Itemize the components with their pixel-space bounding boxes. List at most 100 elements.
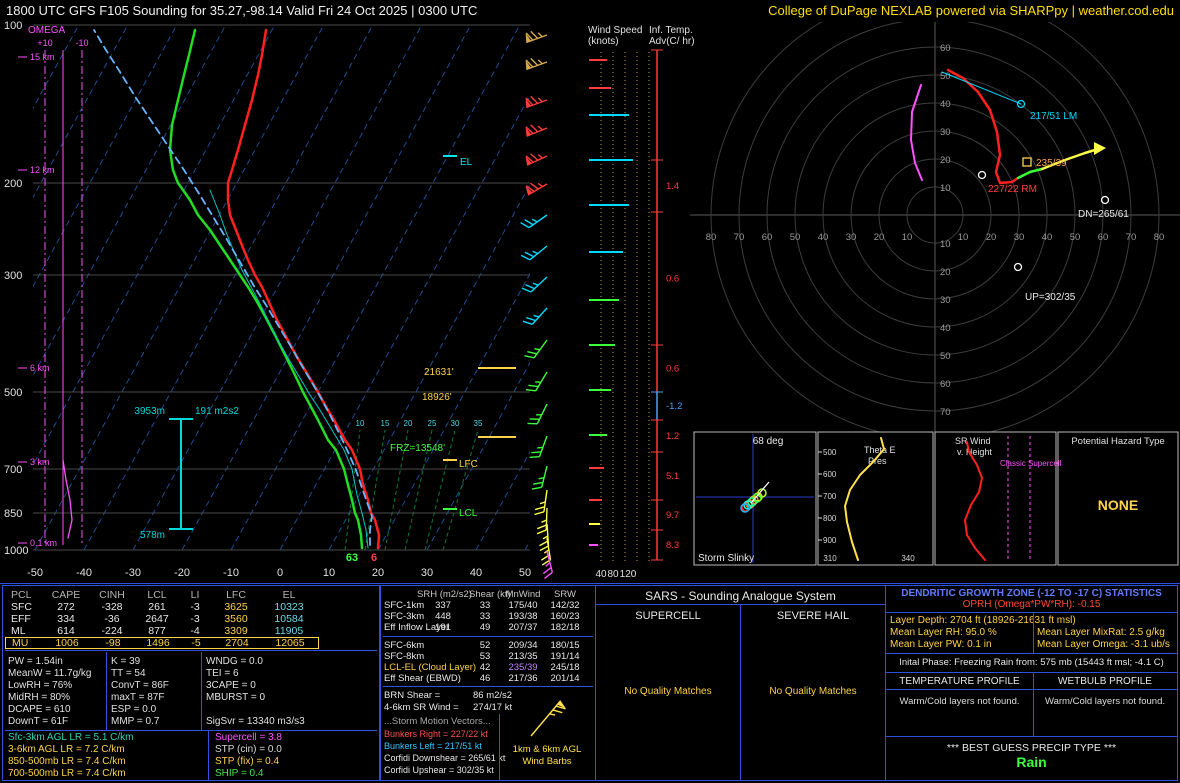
svg-text:20: 20 [372,567,384,579]
storm-motion-vector: Corfidi Downshear = 265/61 kt [381,752,501,764]
stat-value: MMP = 0.7 [111,716,169,728]
cell: Eff Shear (EBWD) [384,673,461,684]
temp-advection-column: Inf. Temp.Adv(C/ hr)1.40.60.6-1.21.25.19… [649,25,695,560]
cell: 1006 [44,638,90,648]
svg-text:310: 310 [823,554,837,563]
svg-text:700: 700 [4,464,22,476]
svg-text:LFC: LFC [459,459,478,470]
svg-text:120: 120 [620,569,637,580]
wind-barb-icon [534,489,547,516]
divider-line [208,730,209,780]
parcel-row-EFF: EFF334-362647-3356010584 [5,613,319,625]
best-guess-precip-type: Rain [886,754,1177,770]
skewt-chart: 1015202530351002003005007008501000-50-40… [0,20,814,579]
svg-text:80: 80 [607,569,619,580]
cell: -4 [179,625,211,637]
svg-text:3953m: 3953m [134,406,165,417]
divider-line [106,652,107,730]
wetbulb-profile-header: WETBULB PROFILE [1033,676,1177,687]
lapse-rate: Sfc-3km AGL LR = 5.1 C/km [8,732,134,744]
parcel-row-MU: MU1006-981496-5270412065 [5,637,319,649]
svg-text:FRZ=13548': FRZ=13548' [390,443,445,454]
svg-text:10: 10 [323,567,335,579]
divider-line [5,730,377,731]
svg-text:-50: -50 [27,567,43,579]
stat-value: LowRH = 76% [8,680,91,692]
cell: -3 [179,601,211,613]
cell: 337 [417,600,469,611]
kin-row: Eff Inflow Layer19149207/37182/18 [381,622,595,633]
divider-line [1033,612,1034,653]
svg-text:6: 6 [371,552,377,564]
cell: 614 [43,625,89,637]
svg-text:1000: 1000 [4,545,28,557]
svg-text:200: 200 [4,178,22,190]
hodograph: 1020304050601020304050607010203040506070… [690,0,1180,439]
svg-text:600: 600 [823,470,837,479]
storm-motion-vectors: Bunkers Right = 227/22 ktBunkers Left = … [381,728,501,776]
svg-text:40: 40 [470,567,482,579]
wind-speed-column: Wind Speed(knots)4080120 [588,25,649,580]
thermodynamics-panel: PCLCAPECINHLCLLILFCELSFC272-328261-33625… [2,585,380,781]
cell: MU [6,638,44,648]
svg-text:30: 30 [1014,232,1025,243]
svg-text:0.6: 0.6 [666,364,679,375]
cell: -224 [89,625,135,637]
layer-depth: Layer Depth: 2704 ft (18926-21631 ft msl… [890,615,1076,626]
lapse-rate: 700-500mb LR = 7.4 C/km [8,768,134,780]
svg-text:30: 30 [940,295,951,306]
wind-barb-icon [531,701,567,742]
cell: SRW [543,589,587,600]
cell: 2704 [212,638,262,648]
svg-text:40: 40 [940,99,951,110]
wind-barb-icon [523,176,547,195]
divider-line [383,636,593,637]
svg-text:LCL: LCL [459,508,478,519]
cell: -36 [89,613,135,625]
stat-value: MeanW = 11.7g/kg [8,668,91,680]
svg-text:Inf. Temp.: Inf. Temp. [649,25,693,36]
sars-panel: SARS - Sounding Analogue System SUPERCEL… [595,585,886,781]
svg-text:500: 500 [4,387,22,399]
stat-value: TEI = 6 [206,668,305,680]
svg-text:15 km: 15 km [30,52,55,62]
wind-barb-icon [523,92,547,108]
cell: 42 [469,662,501,673]
kinematics-header: SRH (m2/s2)Shear (kt)MnWindSRW [381,589,595,600]
kin-row: SFC-3km44833193/38160/23 [381,611,595,622]
thermo-stats-col3: WNDG = 0.0TEI = 63CAPE = 0MBURST = 0 Sig… [206,656,305,728]
svg-text:12 km: 12 km [30,165,55,175]
svg-text:+10: +10 [37,38,52,48]
kinematics-panel: SRH (m2/s2)Shear (kt)MnWindSRWSFC-1km337… [380,585,596,781]
cell: SFC [5,601,43,613]
svg-text:60: 60 [1098,232,1109,243]
svg-text:50: 50 [940,71,951,82]
svg-text:217/51 LM: 217/51 LM [1030,111,1077,122]
divider-line [886,689,1177,690]
cell: 3309 [211,625,261,637]
cell: 193/38 [501,611,545,622]
lapse-rate: 850-500mb LR = 7.4 C/km [8,756,134,768]
sars-title: SARS - Sounding Analogue System [596,589,885,603]
svg-text:50: 50 [940,351,951,362]
title-bar-right: College of DuPage NEXLAB powered via SHA… [768,3,1174,18]
wind-barb-icon [528,400,547,427]
cell: SFC-6km [384,640,424,651]
wind-barb-icon [523,302,547,327]
svg-text:900: 900 [823,536,837,545]
svg-text:235/39: 235/39 [1036,158,1067,169]
thermo-stats-col2: K = 39TT = 54ConvT = 86FmaxT = 87FESP = … [111,656,169,728]
svg-text:60: 60 [940,379,951,390]
svg-text:20: 20 [940,267,951,278]
kin-row: SFC-8km53213/35191/14 [381,651,595,662]
stat-value: ConvT = 86F [111,680,169,692]
svg-text:18926': 18926' [422,392,452,403]
kinematics-table-upper: SRH (m2/s2)Shear (kt)MnWindSRWSFC-1km337… [381,589,595,633]
sr-wind-46-label: 4-6km SR Wind = [384,702,459,713]
divider-line [886,612,1177,613]
storm-motion-header-label: ...Storm Motion Vectors... [384,716,491,727]
storm-motion-vector: Bunkers Left = 217/51 kt [381,740,501,752]
svg-text:50: 50 [790,232,801,243]
cell: 235/39 [501,662,545,673]
cell: 877 [135,625,179,637]
